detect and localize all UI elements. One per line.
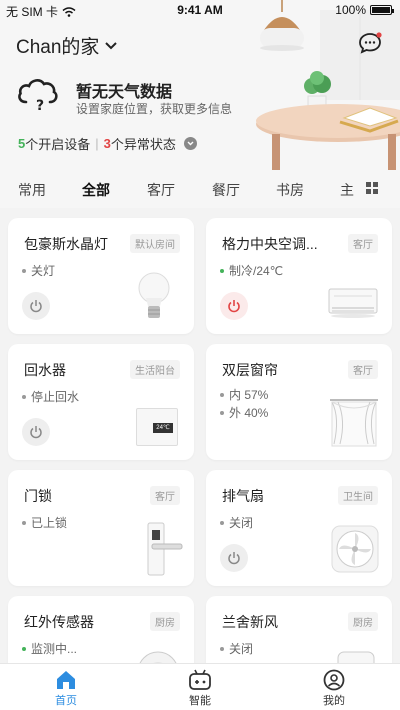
message-icon[interactable] — [358, 32, 382, 54]
power-button[interactable] — [220, 292, 248, 320]
device-status: 制冷/24℃ — [220, 262, 283, 279]
device-card[interactable]: 包豪斯水晶灯 默认房间 关灯 — [8, 218, 194, 334]
infrared-sensor-icon — [139, 651, 177, 663]
power-icon — [228, 552, 240, 565]
device-status: 关灯 — [22, 262, 55, 279]
svg-text:?: ? — [36, 98, 44, 112]
device-room-badge: 厨房 — [348, 612, 378, 631]
nav-smart[interactable]: 智能 — [170, 668, 230, 708]
curtain-icon — [330, 399, 378, 447]
device-name: 回水器 — [24, 362, 66, 378]
device-status: 已上锁 — [22, 514, 67, 531]
power-button[interactable] — [22, 292, 50, 320]
bottom-nav: 首页 智能 我的 — [0, 663, 400, 710]
device-summary[interactable]: 5 个开启设备 | 3 个异常状态 — [18, 134, 197, 153]
nav-home-label: 首页 — [55, 695, 77, 707]
nav-home[interactable]: 首页 — [36, 668, 96, 708]
device-status: 关闭 — [220, 514, 253, 531]
active-devices-label: 个开启设备 — [25, 137, 91, 152]
device-status: 内 57% — [220, 386, 268, 403]
device-name: 兰舍新风 — [222, 614, 278, 630]
weather-title: 暂无天气数据 — [76, 84, 173, 101]
air-conditioner-icon — [328, 288, 378, 318]
door-lock-icon — [147, 522, 183, 576]
home-name: Chan的家 — [16, 37, 100, 58]
device-room-badge: 厨房 — [150, 612, 180, 631]
decor-scene-image — [256, 0, 400, 170]
water-heater-display: 24℃ — [153, 423, 173, 433]
weather-subtitle[interactable]: 设置家庭位置，获取更多信息 — [76, 100, 232, 117]
device-name: 红外传感器 — [24, 614, 94, 630]
device-room-badge: 客厅 — [348, 360, 378, 379]
bulb-icon — [138, 272, 170, 318]
abnormal-count: 3 — [103, 136, 111, 151]
power-icon — [30, 300, 42, 313]
battery-icon — [370, 5, 394, 15]
tab-master[interactable]: 主 — [340, 180, 354, 200]
robot-icon — [189, 669, 211, 690]
device-room-badge: 客厅 — [150, 486, 180, 505]
cloud-question-icon: ? — [18, 79, 58, 112]
water-heater-icon: 24℃ — [136, 408, 178, 446]
abnormal-label: 个异常状态 — [110, 137, 176, 152]
device-card[interactable]: 格力中央空调... 客厅 制冷/24℃ — [206, 218, 392, 334]
device-status: 监测中... — [22, 640, 77, 657]
status-bar: 无 SIM 卡 9:41 AM 100% — [0, 0, 400, 20]
device-name: 排气扇 — [222, 488, 264, 504]
nav-smart-label: 智能 — [189, 695, 211, 707]
tab-study[interactable]: 书房 — [276, 180, 304, 200]
device-status: 停止回水 — [22, 388, 79, 405]
profile-icon — [323, 669, 345, 691]
device-card[interactable]: 双层窗帘 客厅 内 57% 外 40% — [206, 344, 392, 460]
device-card[interactable]: 门锁 客厅 已上锁 — [8, 470, 194, 586]
battery-percent: 100% — [335, 3, 366, 17]
device-room-badge: 客厅 — [348, 234, 378, 253]
device-card[interactable]: 兰舍新风 厨房 关闭 — [206, 596, 392, 663]
device-name: 格力中央空调... — [222, 236, 318, 252]
grid-icon[interactable] — [366, 182, 378, 194]
summary-divider: | — [95, 136, 99, 151]
device-name: 双层窗帘 — [222, 362, 278, 378]
device-room-badge: 卫生间 — [338, 486, 378, 505]
device-grid: 包豪斯水晶灯 默认房间 关灯 格力中央空调... 客厅 制冷/24℃ 回水器 生… — [0, 208, 400, 663]
device-card[interactable]: 排气扇 卫生间 关闭 — [206, 470, 392, 586]
nav-profile[interactable]: 我的 — [304, 668, 364, 708]
home-selector[interactable]: Chan的家 — [16, 32, 118, 59]
device-card[interactable]: 红外传感器 厨房 监测中... — [8, 596, 194, 663]
device-room-badge: 生活阳台 — [130, 360, 180, 379]
device-room-badge: 默认房间 — [130, 234, 180, 253]
tab-all[interactable]: 全部 — [82, 180, 110, 200]
tab-dining-room[interactable]: 餐厅 — [212, 180, 240, 200]
chevron-down-icon — [105, 41, 118, 49]
device-status-secondary: 外 40% — [220, 404, 268, 421]
power-icon — [228, 300, 240, 313]
device-name: 包豪斯水晶灯 — [24, 236, 108, 252]
device-status: 关闭 — [220, 640, 253, 657]
home-icon — [57, 671, 75, 689]
power-button[interactable] — [22, 418, 50, 446]
tab-living-room[interactable]: 客厅 — [147, 180, 175, 200]
device-name: 门锁 — [24, 488, 52, 504]
fresh-air-icon — [337, 651, 375, 663]
tab-frequent[interactable]: 常用 — [18, 180, 46, 200]
expand-chevron-icon[interactable] — [183, 137, 197, 150]
power-icon — [30, 426, 42, 439]
exhaust-fan-icon — [331, 525, 379, 573]
power-button[interactable] — [220, 544, 248, 572]
device-card[interactable]: 回水器 生活阳台 停止回水 24℃ — [8, 344, 194, 460]
nav-profile-label: 我的 — [323, 695, 345, 707]
active-devices-count: 5 — [18, 136, 26, 151]
room-tabs: 常用 全部 客厅 餐厅 书房 主 — [0, 172, 400, 208]
